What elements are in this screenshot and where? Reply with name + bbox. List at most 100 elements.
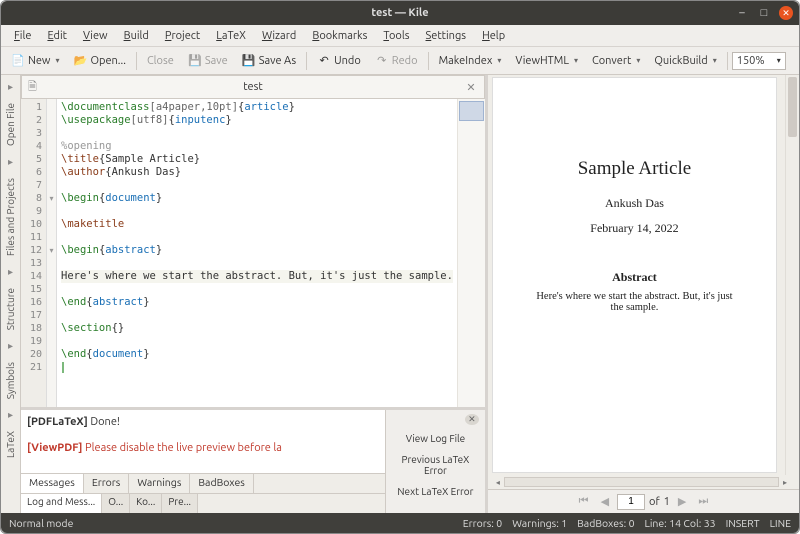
editor-line[interactable]: \end{abstract} bbox=[61, 296, 453, 309]
fold-marker[interactable]: ▾ bbox=[47, 244, 56, 257]
scroll-left-icon[interactable]: ◂ bbox=[492, 478, 504, 487]
editor-line[interactable]: Here's where we start the abstract. But,… bbox=[61, 270, 453, 283]
close-icon[interactable]: ✕ bbox=[779, 6, 793, 20]
bottom-tab-2[interactable]: Ko... bbox=[130, 494, 162, 513]
scroll-track[interactable] bbox=[504, 477, 779, 487]
zoom-select[interactable]: 150%▾ bbox=[732, 52, 786, 70]
separator bbox=[428, 52, 429, 70]
editor-line[interactable] bbox=[61, 361, 453, 374]
minimize-icon[interactable]: – bbox=[735, 6, 749, 20]
document-tab[interactable]: 🗎 test ✕ bbox=[21, 75, 485, 98]
menu-help[interactable]: Help bbox=[475, 28, 512, 44]
nav-first-icon[interactable]: ⏮ bbox=[575, 495, 593, 508]
open-button[interactable]: 📂Open... bbox=[67, 51, 131, 71]
convert-button[interactable]: Convert bbox=[586, 52, 646, 70]
line-gutter: 123456789101112131415161718192021 bbox=[21, 99, 47, 407]
menu-settings[interactable]: Settings bbox=[419, 28, 474, 44]
log-tabs: MessagesErrorsWarningsBadBoxes bbox=[21, 473, 385, 493]
fold-marker bbox=[47, 283, 56, 296]
editor-line[interactable]: \begin{abstract} bbox=[61, 244, 453, 257]
editor-line[interactable]: \usepackage[utf8]{inputenc} bbox=[61, 114, 453, 127]
editor-line[interactable]: \maketitle bbox=[61, 218, 453, 231]
editor-line[interactable] bbox=[61, 283, 453, 296]
separator bbox=[136, 52, 137, 70]
bottom-tab-3[interactable]: Pre... bbox=[162, 494, 198, 513]
maximize-icon[interactable]: □ bbox=[757, 6, 771, 20]
menu-file[interactable]: File bbox=[7, 28, 38, 44]
nav-last-icon[interactable]: ⏭ bbox=[694, 495, 712, 508]
undo-button[interactable]: ↶Undo bbox=[311, 51, 367, 71]
fold-marker bbox=[47, 127, 56, 140]
log-tab-badboxes[interactable]: BadBoxes bbox=[190, 474, 253, 493]
log-tab-errors[interactable]: Errors bbox=[84, 474, 130, 493]
line-number: 15 bbox=[21, 283, 42, 296]
editor-line[interactable] bbox=[61, 335, 453, 348]
nav-next-icon[interactable]: ▶ bbox=[674, 495, 690, 508]
editor-line[interactable] bbox=[61, 179, 453, 192]
toolbar: 📄New 📂Open... Close 💾Save 💾Save As ↶Undo… bbox=[1, 47, 799, 75]
editor-line[interactable] bbox=[61, 205, 453, 218]
editor-line[interactable]: \begin{document} bbox=[61, 192, 453, 205]
viewhtml-button[interactable]: ViewHTML bbox=[509, 52, 584, 70]
scroll-right-icon[interactable]: ▸ bbox=[779, 478, 791, 487]
fold-marker[interactable]: ▾ bbox=[47, 192, 56, 205]
sidetab-structure[interactable]: Structure bbox=[4, 282, 17, 336]
close-button[interactable]: Close bbox=[141, 52, 180, 70]
log-tab-warnings[interactable]: Warnings bbox=[129, 474, 190, 493]
editor-line[interactable] bbox=[61, 231, 453, 244]
page-total: 1 bbox=[664, 496, 670, 508]
menu-bookmarks[interactable]: Bookmarks bbox=[305, 28, 374, 44]
editor-line[interactable]: \author{Ankush Das} bbox=[61, 166, 453, 179]
preview-abstract-heading: Abstract bbox=[523, 270, 746, 285]
status-lineend: LINE bbox=[770, 517, 791, 529]
menu-wizard[interactable]: Wizard bbox=[255, 28, 303, 44]
sidetab-files-and-projects[interactable]: Files and Projects bbox=[4, 172, 17, 262]
log-tab-messages[interactable]: Messages bbox=[21, 474, 84, 493]
prev-error-link[interactable]: Previous LaTeX Error bbox=[388, 452, 483, 478]
editor-line[interactable]: %opening bbox=[61, 140, 453, 153]
sidetab-symbols[interactable]: Symbols bbox=[4, 356, 17, 405]
line-number: 18 bbox=[21, 322, 42, 335]
next-error-link[interactable]: Next LaTeX Error bbox=[388, 484, 483, 499]
menu-view[interactable]: View bbox=[76, 28, 115, 44]
sidetab-latex[interactable]: LaTeX bbox=[4, 425, 17, 464]
fold-marker bbox=[47, 218, 56, 231]
redo-button[interactable]: ↷Redo bbox=[369, 51, 424, 71]
quickbuild-button[interactable]: QuickBuild bbox=[648, 52, 722, 70]
menu-edit[interactable]: Edit bbox=[40, 28, 74, 44]
minimap-viewport[interactable] bbox=[459, 101, 484, 121]
editor-line[interactable] bbox=[61, 309, 453, 322]
line-number: 9 bbox=[21, 205, 42, 218]
menu-tools[interactable]: Tools bbox=[376, 28, 416, 44]
sidetab-open-file[interactable]: Open File bbox=[4, 97, 17, 152]
new-button[interactable]: 📄New bbox=[5, 51, 65, 71]
editor-line[interactable]: \section{} bbox=[61, 322, 453, 335]
bottom-tab-1[interactable]: O... bbox=[102, 494, 130, 513]
editor-line[interactable] bbox=[61, 127, 453, 140]
editor-line[interactable] bbox=[61, 257, 453, 270]
preview-scrollbar-h[interactable]: ◂ ▸ bbox=[488, 475, 799, 489]
menu-latex[interactable]: LaTeX bbox=[209, 28, 253, 44]
code-editor[interactable]: \documentclass[a4paper,10pt]{article}\us… bbox=[57, 99, 457, 407]
editor-line[interactable]: \end{document} bbox=[61, 348, 453, 361]
menu-build[interactable]: Build bbox=[117, 28, 156, 44]
log-side: ✕ View Log File Previous LaTeX Error Nex… bbox=[385, 410, 485, 513]
log-close-icon[interactable]: ✕ bbox=[465, 414, 479, 425]
minimap[interactable] bbox=[457, 99, 485, 407]
save-button[interactable]: 💾Save bbox=[182, 51, 234, 71]
fold-marker bbox=[47, 296, 56, 309]
view-log-link[interactable]: View Log File bbox=[388, 431, 483, 446]
close-tab-icon[interactable]: ✕ bbox=[464, 80, 478, 94]
page-input[interactable] bbox=[617, 494, 645, 510]
makeindex-button[interactable]: MakeIndex bbox=[433, 52, 508, 70]
editor-line[interactable]: \documentclass[a4paper,10pt]{article} bbox=[61, 101, 453, 114]
bottom-tab-0[interactable]: Log and Mess... bbox=[21, 494, 102, 513]
nav-prev-icon[interactable]: ◀ bbox=[597, 495, 613, 508]
saveas-button[interactable]: 💾Save As bbox=[236, 51, 302, 71]
preview-scrollbar-v[interactable] bbox=[785, 75, 799, 475]
menu-project[interactable]: Project bbox=[158, 28, 207, 44]
separator bbox=[306, 52, 307, 70]
log-line-pdflatex: [PDFLaTeX] Done! bbox=[27, 414, 379, 430]
editor-line[interactable]: \title{Sample Article} bbox=[61, 153, 453, 166]
scrollbar-thumb[interactable] bbox=[788, 77, 797, 137]
